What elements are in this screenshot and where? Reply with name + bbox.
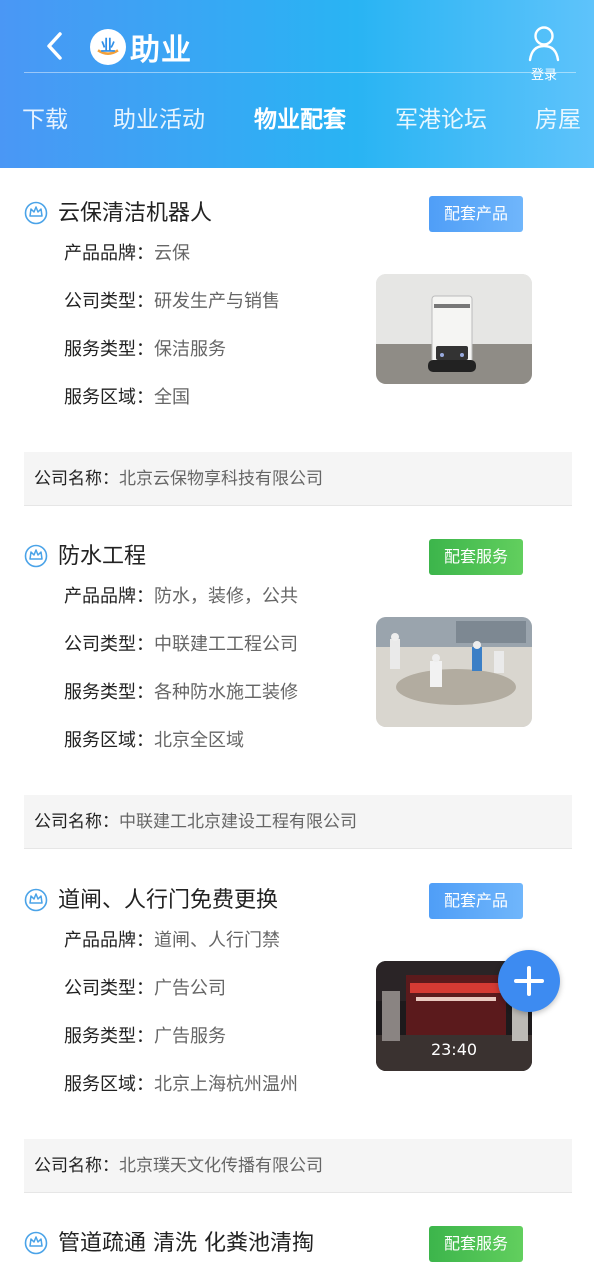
service-type-value: 广告服务 bbox=[154, 1026, 226, 1047]
service-area-label: 服务区域： bbox=[64, 1074, 154, 1095]
plus-icon bbox=[514, 966, 544, 996]
company-name-value: 北京云保物享科技有限公司 bbox=[119, 469, 323, 489]
listing-card[interactable]: 云保清洁机器人 配套产品 产品品牌：云保 公司类型：研发生产与销售 服务类型：保… bbox=[24, 196, 572, 508]
service-area-value: 全国 bbox=[154, 387, 190, 408]
service-type-value: 各种防水施工装修 bbox=[154, 682, 298, 703]
listing-fields: 产品品牌：道闸、人行门禁 公司类型：广告公司 服务类型：广告服务 服务区域：北京… bbox=[64, 917, 328, 1109]
add-button[interactable] bbox=[498, 950, 560, 1012]
company-type-row: 公司类型：广告公司 bbox=[64, 965, 328, 1013]
header-divider bbox=[24, 72, 576, 73]
listing-title-row: 管道疏通 清洗 化粪池清掏 配套服务 bbox=[24, 1226, 572, 1262]
service-area-value: 北京上海杭州温州 bbox=[154, 1074, 298, 1095]
company-name-bar: 公司名称：北京云保物享科技有限公司 bbox=[24, 452, 572, 506]
service-type-label: 服务类型： bbox=[64, 682, 154, 703]
video-timestamp: 23:40 bbox=[431, 1040, 477, 1059]
brand-value: 防水，装修，公共 bbox=[154, 586, 298, 607]
company-type-value: 研发生产与销售 bbox=[154, 291, 280, 312]
crown-icon bbox=[24, 888, 48, 912]
listing-card[interactable]: 道闸、人行门免费更换 配套产品 产品品牌：道闸、人行门禁 公司类型：广告公司 服… bbox=[24, 883, 572, 1195]
category-tabs: 下载 助业活动 物业配套 军港论坛 房屋 bbox=[0, 96, 594, 144]
listing-title-row: 防水工程 配套服务 bbox=[24, 539, 572, 575]
brand-row: 产品品牌：云保 bbox=[64, 230, 314, 278]
service-type-value: 保洁服务 bbox=[154, 339, 226, 360]
listing-title-row: 云保清洁机器人 配套产品 bbox=[24, 196, 572, 232]
brand-value: 云保 bbox=[154, 243, 190, 264]
service-area-label: 服务区域： bbox=[64, 387, 154, 408]
company-name-label: 公司名称： bbox=[34, 812, 119, 832]
company-type-row: 公司类型：中联建工工程公司 bbox=[64, 621, 328, 669]
category-badge[interactable]: 配套服务 bbox=[429, 1226, 523, 1262]
svg-text:业: 业 bbox=[100, 36, 115, 54]
listing-title: 防水工程 bbox=[58, 544, 147, 569]
logo-mark-icon: 业 bbox=[90, 29, 126, 65]
service-type-row: 服务类型：广告服务 bbox=[64, 1013, 328, 1061]
company-name-value: 中联建工北京建设工程有限公司 bbox=[119, 812, 357, 832]
crown-icon bbox=[24, 544, 48, 568]
login-label: 登录 bbox=[530, 68, 557, 83]
brand-value: 道闸、人行门禁 bbox=[154, 930, 280, 951]
company-type-value: 广告公司 bbox=[154, 978, 226, 999]
chevron-left-icon bbox=[47, 32, 62, 60]
back-button[interactable] bbox=[38, 28, 74, 64]
brand-label: 产品品牌： bbox=[64, 243, 154, 264]
listing-card[interactable]: 管道疏通 清洗 化粪池清掏 配套服务 bbox=[24, 1226, 572, 1280]
listing-fields: 产品品牌：防水，装修，公共 公司类型：中联建工工程公司 服务类型：各种防水施工装… bbox=[64, 573, 328, 765]
company-name-value: 北京璞天文化传播有限公司 bbox=[119, 1156, 323, 1176]
user-icon bbox=[528, 26, 560, 62]
app-header: 业 助业 登录 下载 助业活动 物业配套 军港论坛 房屋 bbox=[0, 0, 594, 168]
tab-download[interactable]: 下载 bbox=[22, 96, 68, 144]
service-type-label: 服务类型： bbox=[64, 339, 154, 360]
listing-title: 云保清洁机器人 bbox=[58, 201, 213, 226]
company-name-bar: 公司名称：北京璞天文化传播有限公司 bbox=[24, 1139, 572, 1193]
service-area-value: 北京全区域 bbox=[154, 730, 244, 751]
listing-title: 道闸、人行门免费更换 bbox=[58, 888, 279, 913]
construction-workers-image bbox=[376, 617, 532, 727]
company-name-bar: 公司名称：中联建工北京建设工程有限公司 bbox=[24, 795, 572, 849]
company-type-label: 公司类型： bbox=[64, 291, 154, 312]
category-badge[interactable]: 配套产品 bbox=[429, 196, 523, 232]
crown-icon bbox=[24, 201, 48, 225]
cleaning-robot-image bbox=[376, 274, 532, 384]
company-type-label: 公司类型： bbox=[64, 634, 154, 655]
crown-icon bbox=[24, 1231, 48, 1255]
listing-card[interactable]: 防水工程 配套服务 产品品牌：防水，装修，公共 公司类型：中联建工工程公司 服务… bbox=[24, 539, 572, 851]
service-area-row: 服务区域：北京全区域 bbox=[64, 717, 328, 765]
company-type-value: 中联建工工程公司 bbox=[154, 634, 298, 655]
company-type-label: 公司类型： bbox=[64, 978, 154, 999]
app-logo: 业 助业 bbox=[90, 26, 192, 68]
listing-image[interactable] bbox=[376, 274, 532, 384]
category-badge[interactable]: 配套产品 bbox=[429, 883, 523, 919]
listing-fields: 产品品牌：云保 公司类型：研发生产与销售 服务类型：保洁服务 服务区域：全国 bbox=[64, 230, 314, 422]
tab-housing[interactable]: 房屋 bbox=[535, 96, 581, 144]
listing-title: 管道疏通 清洗 化粪池清掏 bbox=[58, 1231, 314, 1256]
brand-row: 产品品牌：防水，装修，公共 bbox=[64, 573, 328, 621]
service-type-row: 服务类型：各种防水施工装修 bbox=[64, 669, 328, 717]
service-type-label: 服务类型： bbox=[64, 1026, 154, 1047]
brand-label: 产品品牌： bbox=[64, 586, 154, 607]
brand-label: 产品品牌： bbox=[64, 930, 154, 951]
listing-image[interactable] bbox=[376, 617, 532, 727]
service-area-row: 服务区域：北京上海杭州温州 bbox=[64, 1061, 328, 1109]
login-button[interactable]: 登录 bbox=[522, 24, 566, 83]
tab-activities[interactable]: 助业活动 bbox=[113, 96, 205, 144]
tab-forum[interactable]: 军港论坛 bbox=[395, 96, 487, 144]
listing-title-row: 道闸、人行门免费更换 配套产品 bbox=[24, 883, 572, 919]
brand-row: 产品品牌：道闸、人行门禁 bbox=[64, 917, 328, 965]
service-area-row: 服务区域：全国 bbox=[64, 374, 314, 422]
category-badge[interactable]: 配套服务 bbox=[429, 539, 523, 575]
tab-property-services[interactable]: 物业配套 bbox=[254, 96, 346, 144]
company-type-row: 公司类型：研发生产与销售 bbox=[64, 278, 314, 326]
logo-text: 助业 bbox=[130, 33, 192, 68]
company-name-label: 公司名称： bbox=[34, 1156, 119, 1176]
service-type-row: 服务类型：保洁服务 bbox=[64, 326, 314, 374]
company-name-label: 公司名称： bbox=[34, 469, 119, 489]
service-area-label: 服务区域： bbox=[64, 730, 154, 751]
